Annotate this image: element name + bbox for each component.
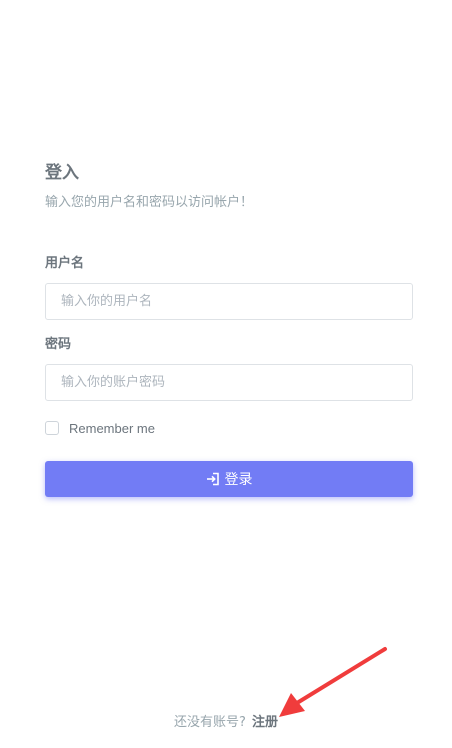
password-input[interactable] <box>45 364 413 401</box>
login-icon <box>206 472 220 486</box>
page-title: 登入 <box>45 163 79 183</box>
login-page: 登入 输入您的用户名和密码以访问帐户！ 用户名 密码 Remember me 登… <box>0 0 452 748</box>
password-label: 密码 <box>45 337 72 352</box>
username-input[interactable] <box>45 283 413 320</box>
no-account-prompt: 还没有账号? <box>174 715 246 730</box>
login-card: 登入 输入您的用户名和密码以访问帐户！ 用户名 密码 Remember me 登… <box>45 160 413 497</box>
login-button-label: 登录 <box>224 472 253 488</box>
page-subtitle: 输入您的用户名和密码以访问帐户！ <box>45 195 254 210</box>
remember-me-row[interactable]: Remember me <box>45 419 413 437</box>
login-button[interactable]: 登录 <box>45 461 413 497</box>
register-link[interactable]: 注册 <box>252 715 278 730</box>
username-label: 用户名 <box>45 256 85 271</box>
annotation-arrow-icon <box>279 647 387 717</box>
footer: 还没有账号? 注册 <box>0 712 452 734</box>
remember-me-checkbox[interactable] <box>45 421 59 435</box>
remember-me-label[interactable]: Remember me <box>69 421 155 436</box>
